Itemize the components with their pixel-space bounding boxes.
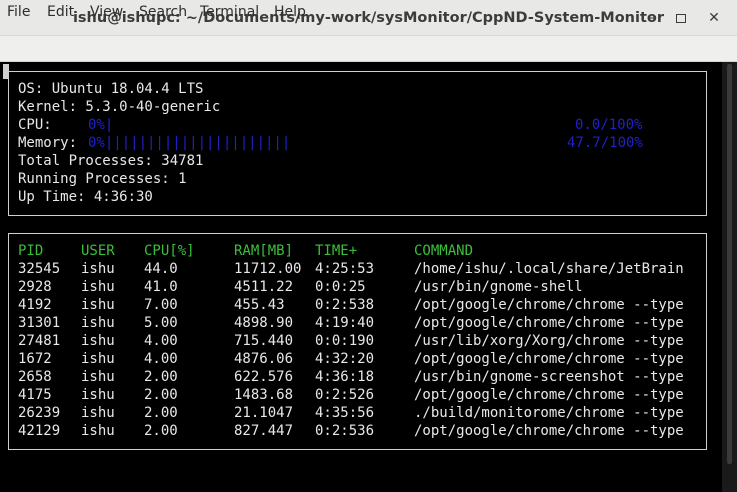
process-cell-pid: 4175 bbox=[18, 387, 52, 403]
process-cell-command: /opt/google/chrome/chrome --type bbox=[414, 423, 684, 439]
column-header-user: USER bbox=[81, 243, 115, 259]
process-cell-command: /usr/bin/gnome-screenshot --type bbox=[414, 369, 684, 385]
column-header-ram: RAM[MB] bbox=[234, 243, 294, 259]
process-cell-user: ishu bbox=[81, 423, 115, 439]
process-cell-pid: 32545 bbox=[18, 261, 61, 277]
process-cell-time: 4:25:53 bbox=[315, 261, 375, 277]
menu-search[interactable]: Search bbox=[139, 0, 187, 26]
process-cell-time: 4:19:40 bbox=[315, 315, 375, 331]
process-cell-ram: 827.447 bbox=[234, 423, 294, 439]
minimize-button[interactable]: – bbox=[642, 8, 662, 28]
maximize-icon bbox=[676, 14, 686, 23]
process-cell-cpu: 2.00 bbox=[144, 387, 178, 403]
process-cell-cpu: 4.00 bbox=[144, 351, 178, 367]
menu-bar bbox=[0, 36, 737, 62]
process-cell-user: ishu bbox=[81, 315, 115, 331]
memory-value: 47.7/100% bbox=[567, 135, 643, 151]
process-cell-user: ishu bbox=[81, 387, 115, 403]
process-cell-cpu: 2.00 bbox=[144, 369, 178, 385]
process-cell-pid: 31301 bbox=[18, 315, 61, 331]
scrollbar-thumb[interactable] bbox=[727, 64, 732, 464]
process-cell-ram: 715.440 bbox=[234, 333, 294, 349]
process-cell-pid: 2658 bbox=[18, 369, 52, 385]
process-cell-command: /opt/google/chrome/chrome --type bbox=[414, 297, 684, 313]
process-cell-time: 4:36:18 bbox=[315, 369, 375, 385]
total-processes: Total Processes: 34781 bbox=[18, 153, 204, 169]
process-cell-time: 4:32:20 bbox=[315, 351, 375, 367]
memory-label: Memory: bbox=[18, 135, 78, 151]
process-cell-cpu: 4.00 bbox=[144, 333, 178, 349]
process-cell-command: /opt/google/chrome/chrome --type bbox=[414, 315, 684, 331]
menu-help[interactable]: Help bbox=[274, 0, 306, 26]
process-cell-cpu: 41.0 bbox=[144, 279, 178, 295]
cpu-value: 0.0/100% bbox=[575, 117, 643, 133]
process-cell-command: ./build/monitorome/chrome --type bbox=[414, 405, 684, 421]
process-cell-user: ishu bbox=[81, 297, 115, 313]
menu-file[interactable]: File bbox=[7, 0, 30, 26]
process-cell-user: ishu bbox=[81, 369, 115, 385]
process-cell-user: ishu bbox=[81, 405, 115, 421]
process-cell-cpu: 2.00 bbox=[144, 423, 178, 439]
process-cell-pid: 1672 bbox=[18, 351, 52, 367]
column-header-cpu: CPU[%] bbox=[144, 243, 195, 259]
kernel-line: Kernel: 5.3.0-40-generic bbox=[18, 99, 221, 115]
process-cell-time: 0:0:190 bbox=[315, 333, 375, 349]
process-cell-cpu: 2.00 bbox=[144, 405, 178, 421]
column-header-command: COMMAND bbox=[414, 243, 474, 259]
process-cell-ram: 21.1047 bbox=[234, 405, 294, 421]
cpu-label: CPU: bbox=[18, 117, 52, 133]
process-cell-cpu: 7.00 bbox=[144, 297, 178, 313]
up-time: Up Time: 4:36:30 bbox=[18, 189, 153, 205]
maximize-button[interactable] bbox=[671, 8, 691, 28]
process-cell-command: /home/ishu/.local/share/JetBrain bbox=[414, 261, 684, 277]
process-cell-pid: 42129 bbox=[18, 423, 61, 439]
process-cell-command: /opt/google/chrome/chrome --type bbox=[414, 387, 684, 403]
process-cell-ram: 11712.00 bbox=[234, 261, 302, 277]
menu-edit[interactable]: Edit bbox=[47, 0, 74, 26]
process-cell-pid: 2928 bbox=[18, 279, 52, 295]
process-cell-pid: 26239 bbox=[18, 405, 61, 421]
process-cell-user: ishu bbox=[81, 279, 115, 295]
cpu-bar: 0%| bbox=[88, 117, 114, 133]
process-cell-time: 0:2:526 bbox=[315, 387, 375, 403]
running-processes: Running Processes: 1 bbox=[18, 171, 187, 187]
column-header-pid: PID bbox=[18, 243, 44, 259]
process-cell-time: 4:35:56 bbox=[315, 405, 375, 421]
process-cell-cpu: 5.00 bbox=[144, 315, 178, 331]
process-cell-time: 0:0:25 bbox=[315, 279, 366, 295]
process-cell-ram: 4898.90 bbox=[234, 315, 294, 331]
process-cell-user: ishu bbox=[81, 333, 115, 349]
process-cell-time: 0:2:538 bbox=[315, 297, 375, 313]
menu-terminal[interactable]: Terminal bbox=[200, 0, 259, 26]
process-cell-ram: 1483.68 bbox=[234, 387, 294, 403]
menu-view[interactable]: View bbox=[90, 0, 123, 26]
process-cell-pid: 4192 bbox=[18, 297, 52, 313]
close-button[interactable]: ✕ bbox=[704, 8, 724, 28]
process-cell-pid: 27481 bbox=[18, 333, 61, 349]
process-cell-ram: 622.576 bbox=[234, 369, 294, 385]
process-cell-ram: 4511.22 bbox=[234, 279, 294, 295]
process-cell-command: /usr/lib/xorg/Xorg/chrome --type bbox=[414, 333, 684, 349]
process-cell-cpu: 44.0 bbox=[144, 261, 178, 277]
column-header-time: TIME+ bbox=[315, 243, 358, 259]
process-cell-time: 0:2:536 bbox=[315, 423, 375, 439]
process-cell-command: /opt/google/chrome/chrome --type bbox=[414, 351, 684, 367]
process-cell-user: ishu bbox=[81, 261, 115, 277]
process-cell-ram: 455.43 bbox=[234, 297, 285, 313]
process-cell-command: /usr/bin/gnome-shell bbox=[414, 279, 583, 295]
os-line: OS: Ubuntu 18.04.4 LTS bbox=[18, 81, 204, 97]
memory-bar: 0%|||||||||||||||||||||| bbox=[88, 135, 291, 151]
process-cell-user: ishu bbox=[81, 351, 115, 367]
process-cell-ram: 4876.06 bbox=[234, 351, 294, 367]
